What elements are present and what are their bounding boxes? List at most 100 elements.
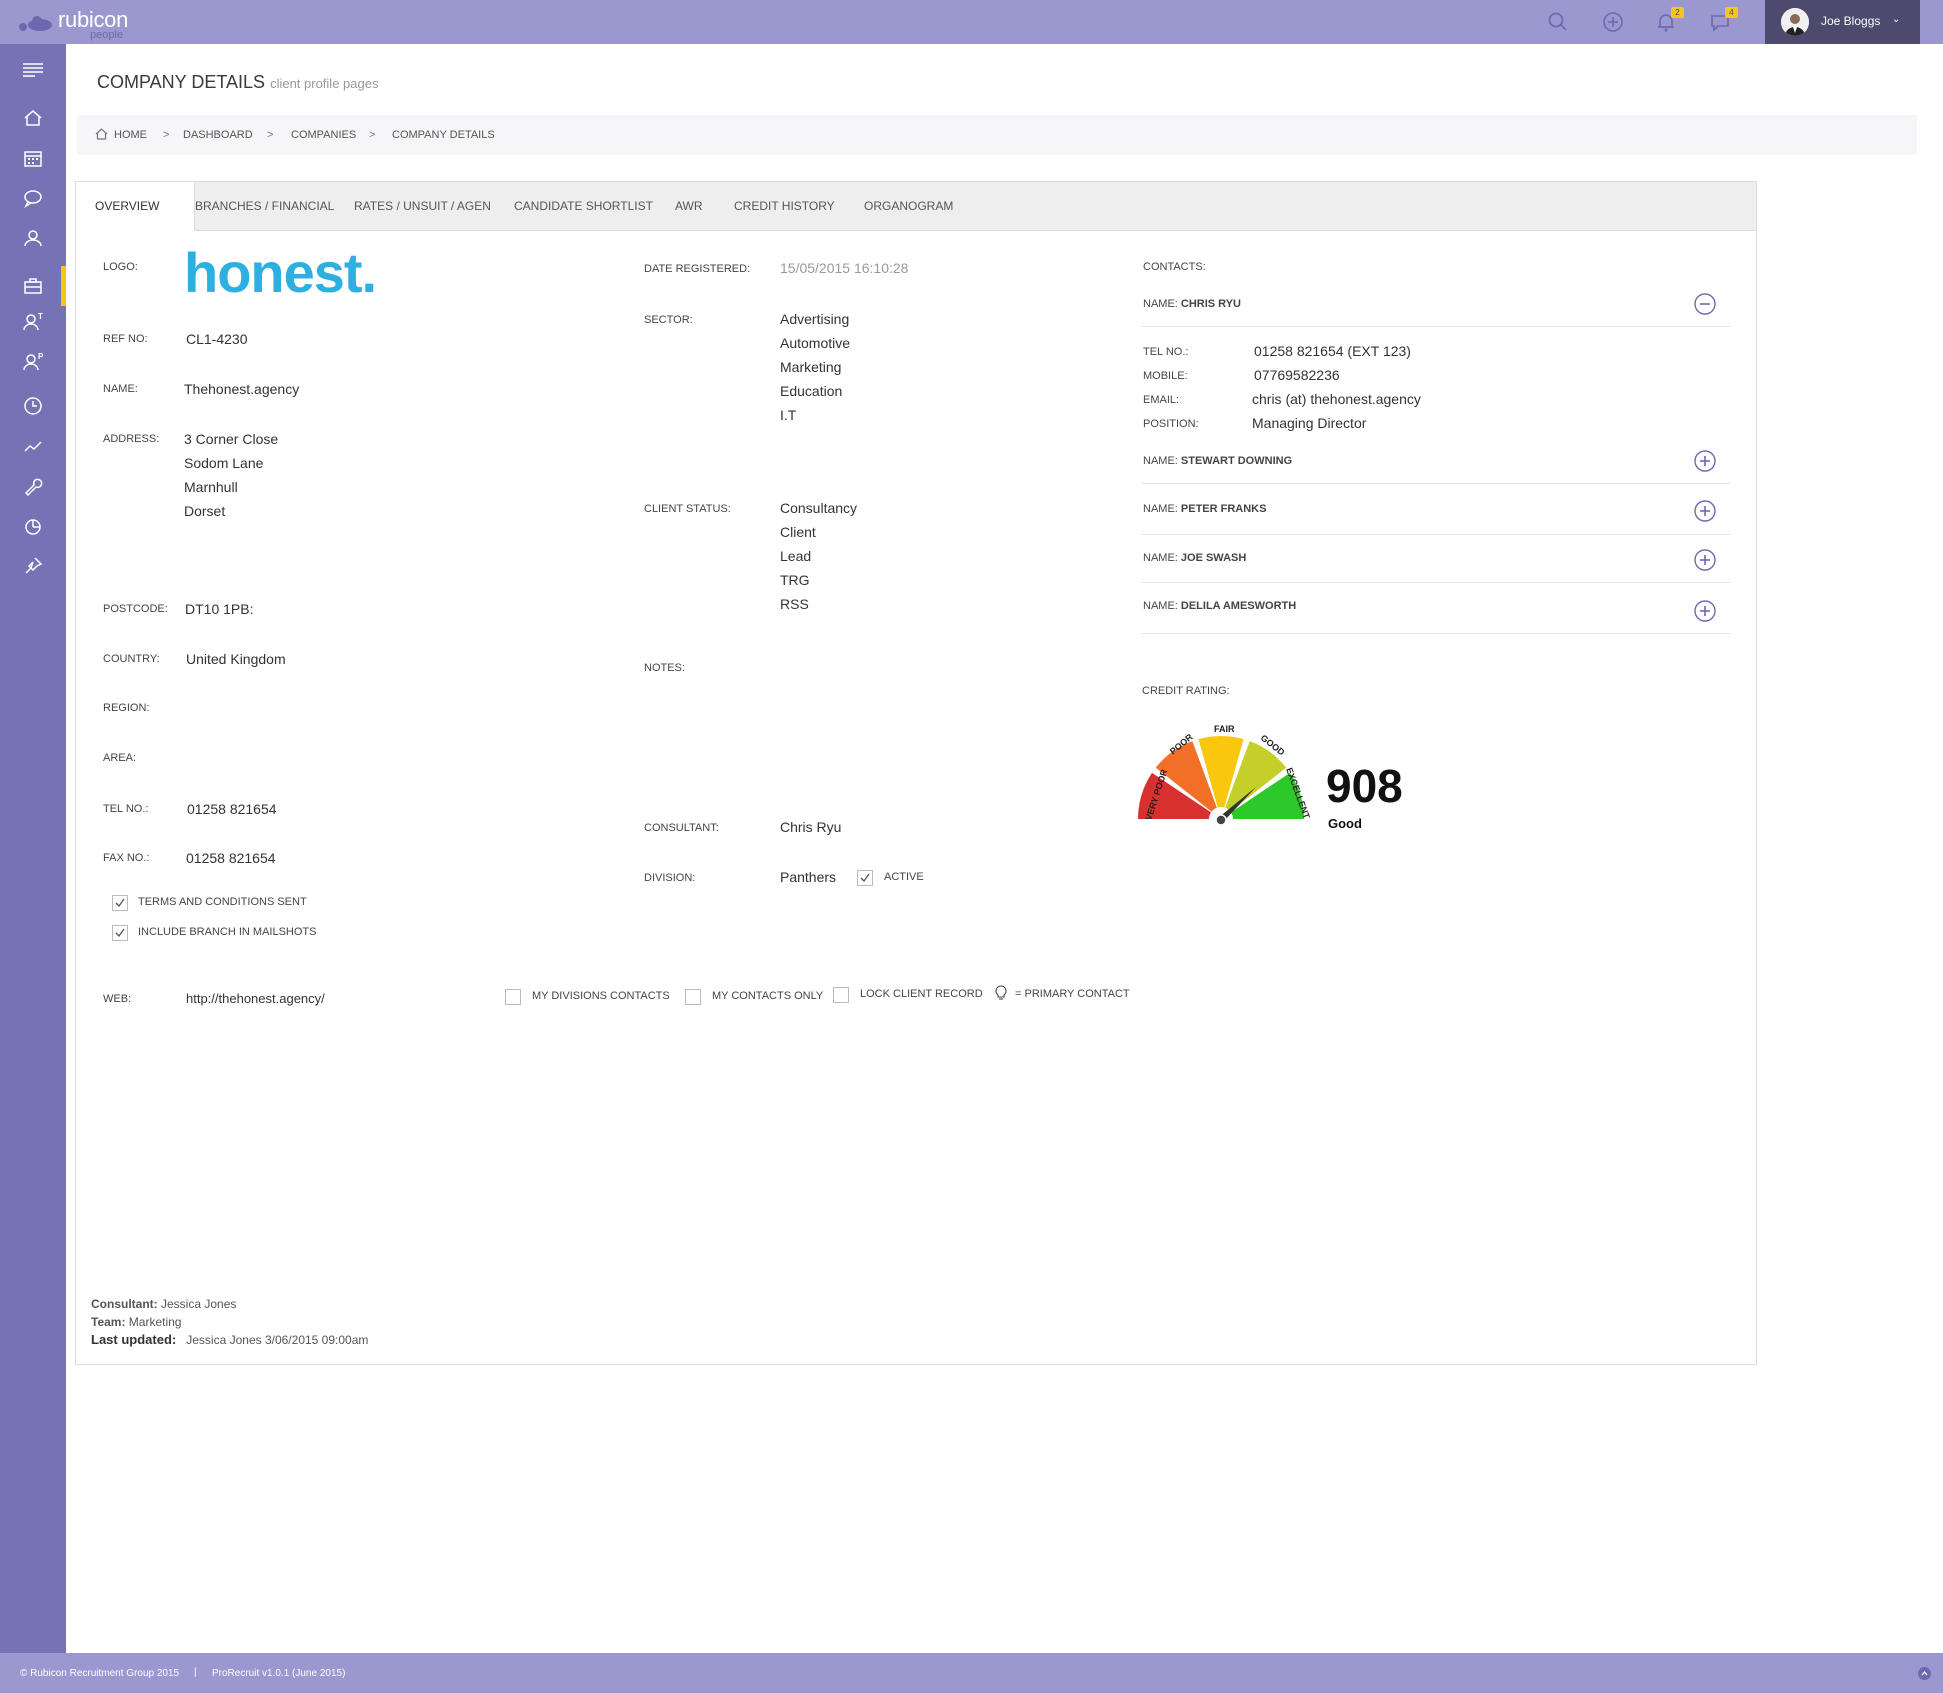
date-registered-value: 15/05/2015 16:10:28 xyxy=(780,260,909,276)
tab-candidate-shortlist[interactable]: CANDIDATE SHORTLIST xyxy=(514,182,653,230)
credit-score: 908 xyxy=(1326,760,1403,812)
contact-name: NAME: JOE SWASH xyxy=(1143,552,1246,564)
active-checkbox[interactable] xyxy=(857,870,873,886)
address-line: Sodom Lane xyxy=(184,455,264,471)
status-item: Client xyxy=(780,524,816,540)
mailshots-checkbox[interactable] xyxy=(112,925,128,941)
notes-label: NOTES: xyxy=(644,662,685,674)
country-label: COUNTRY: xyxy=(103,653,160,665)
terms-label: TERMS AND CONDITIONS SENT xyxy=(138,896,307,908)
fax-label: FAX NO.: xyxy=(103,852,150,864)
division-value: Panthers xyxy=(780,869,837,885)
user-menu[interactable]: Joe Bloggs ⌄ xyxy=(1765,0,1920,44)
meta-consultant: Consultant: Jessica Jones xyxy=(91,1295,368,1313)
my-divisions-checkbox[interactable] xyxy=(505,989,521,1005)
pie-icon[interactable] xyxy=(21,514,45,538)
my-divisions-label: MY DIVISIONS CONTACTS xyxy=(532,990,670,1002)
temp-user-icon[interactable]: T xyxy=(21,310,45,334)
breadcrumb-dashboard[interactable]: DASHBOARD xyxy=(183,129,253,141)
area-label: AREA: xyxy=(103,752,137,764)
footer-separator: | xyxy=(194,1667,197,1678)
credit-rating-text: Good xyxy=(1328,816,1362,831)
ref-label: REF NO: xyxy=(103,333,148,345)
page-subtitle: client profile pages xyxy=(270,76,379,91)
meta-team-value: Marketing xyxy=(128,1315,182,1329)
clock-icon[interactable] xyxy=(21,394,45,418)
web-link[interactable]: http://thehonest.agency/ xyxy=(186,991,325,1006)
breadcrumb-home[interactable]: HOME xyxy=(114,129,147,141)
svg-text:P: P xyxy=(38,352,44,361)
name-label: NAME: xyxy=(103,383,138,395)
breadcrumb-separator: > xyxy=(369,129,376,141)
breadcrumb: HOME > DASHBOARD > COMPANIES > COMPANY D… xyxy=(77,115,1917,155)
wrench-icon[interactable] xyxy=(21,474,45,498)
tab-awr[interactable]: AWR xyxy=(675,182,703,230)
home-icon[interactable] xyxy=(21,106,45,130)
check-icon xyxy=(115,928,125,938)
contact-name-prefix: NAME: xyxy=(1143,600,1178,612)
page-title: COMPANY DETAILS client profile pages xyxy=(97,72,378,93)
chevron-down-icon: ⌄ xyxy=(1892,14,1901,25)
sector-item: I.T xyxy=(780,407,797,423)
calendar-icon[interactable] xyxy=(21,146,45,170)
contact-name-prefix: NAME: xyxy=(1143,455,1178,467)
contact-position-label: POSITION: xyxy=(1143,418,1199,430)
expand-contact-icon[interactable] xyxy=(1694,500,1716,522)
scroll-top-icon[interactable] xyxy=(1918,1667,1931,1680)
address-line: Marnhull xyxy=(184,479,238,495)
tab-credit-history[interactable]: CREDIT HISTORY xyxy=(734,182,835,230)
expand-contact-icon[interactable] xyxy=(1694,600,1716,622)
breadcrumb-separator: > xyxy=(163,129,170,141)
bell-icon[interactable]: 2 xyxy=(1654,7,1684,34)
lock-record-checkbox[interactable] xyxy=(833,987,849,1003)
credit-rating-label: CREDIT RATING: xyxy=(1142,685,1230,697)
tel-value: 01258 821654 xyxy=(187,801,277,817)
chat-icon[interactable] xyxy=(21,186,45,210)
pin-icon[interactable] xyxy=(21,554,45,578)
contact-name: NAME: PETER FRANKS xyxy=(1143,503,1266,515)
contact-name: NAME: STEWART DOWNING xyxy=(1143,455,1292,467)
status-item: Consultancy xyxy=(780,500,858,516)
tab-organogram[interactable]: ORGANOGRAM xyxy=(864,182,953,230)
status-item: TRG xyxy=(780,572,810,588)
my-contacts-checkbox[interactable] xyxy=(685,989,701,1005)
tab-overview[interactable]: OVERVIEW xyxy=(76,182,195,231)
briefcase-icon[interactable] xyxy=(21,274,45,298)
terms-checkbox[interactable] xyxy=(112,895,128,911)
chat-icon[interactable]: 4 xyxy=(1708,7,1738,34)
contact-mobile-label: MOBILE: xyxy=(1143,370,1188,382)
contact-name-value: JOE SWASH xyxy=(1180,552,1247,564)
tab-rates[interactable]: RATES / UNSUIT / AGEN xyxy=(354,182,491,230)
contact-name-value: PETER FRANKS xyxy=(1180,503,1267,515)
client-status-label: CLIENT STATUS: xyxy=(644,503,731,515)
expand-contact-icon[interactable] xyxy=(1694,549,1716,571)
version-text: ProRecruit v1.0.1 (June 2015) xyxy=(212,1668,346,1679)
chart-icon[interactable] xyxy=(21,434,45,458)
contact-mobile-value: 07769582236 xyxy=(1254,367,1340,383)
logo-label: LOGO: xyxy=(103,261,138,273)
lock-record-label: LOCK CLIENT RECORD xyxy=(860,988,983,1000)
address-value: 3 Corner Close Sodom Lane Marnhull Dorse… xyxy=(184,431,278,527)
collapse-contact-icon[interactable] xyxy=(1694,293,1716,315)
svg-text:T: T xyxy=(38,312,43,321)
address-line: Dorset xyxy=(184,503,226,519)
contacts-icon[interactable] xyxy=(21,226,45,250)
expand-contact-icon[interactable] xyxy=(1694,450,1716,472)
contact-email-value[interactable]: chris (at) thehonest.agency xyxy=(1252,391,1421,407)
sector-label: SECTOR: xyxy=(644,314,693,326)
add-icon[interactable] xyxy=(1601,10,1625,34)
notification-count-badge: 2 xyxy=(1671,7,1684,18)
address-line: 3 Corner Close xyxy=(184,431,279,447)
meta-updated-label: Last updated: xyxy=(91,1332,177,1347)
company-panel: OVERVIEW BRANCHES / FINANCIAL RATES / UN… xyxy=(75,181,1757,1365)
fax-value: 01258 821654 xyxy=(186,850,276,866)
contact-tel-label: TEL NO.: xyxy=(1143,346,1189,358)
search-icon[interactable] xyxy=(1546,10,1570,34)
tab-branches-financial[interactable]: BRANCHES / FINANCIAL xyxy=(195,182,334,230)
perm-user-icon[interactable]: P xyxy=(21,350,45,374)
breadcrumb-companies[interactable]: COMPANIES xyxy=(291,129,356,141)
contact-email-label: EMAIL: xyxy=(1143,394,1180,406)
meta-updated: Last updated: Jessica Jones 3/06/2015 09… xyxy=(91,1331,368,1349)
menu-icon[interactable] xyxy=(21,58,45,82)
contact-name: NAME: DELILA AMESWORTH xyxy=(1143,600,1296,612)
